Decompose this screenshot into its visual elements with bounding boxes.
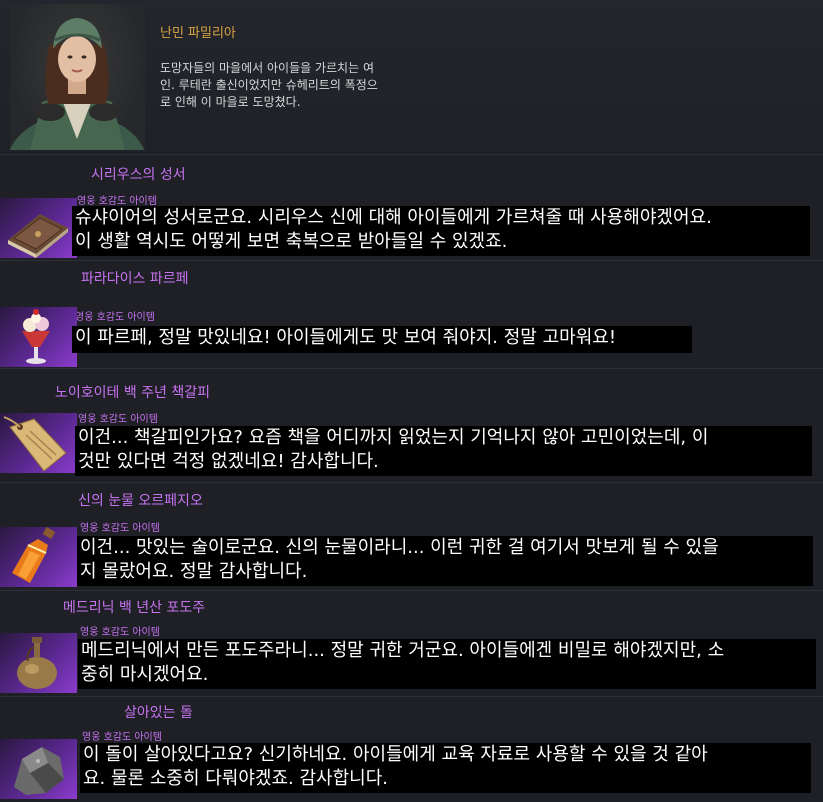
dialogue-line: 이건... 책갈피인가요? 요즘 책을 어디까지 읽었는지 기억나지 않아 고민… bbox=[78, 427, 709, 448]
item-title: 신의 눈물 오르페지오 bbox=[78, 493, 203, 509]
npc-description-line: 인. 루테란 출신이었지만 슈헤리트의 폭정으 bbox=[160, 78, 378, 92]
dialogue-line: 이건... 맛있는 술이로군요. 신의 눈물이라니... 이런 귀한 걸 여기서… bbox=[80, 537, 719, 558]
item-grade-tag: 영웅 호감도 아이템 bbox=[77, 196, 157, 207]
dialogue-line: 메드리닉에서 만든 포도주라니... 정말 귀한 거군요. 아이들에겐 비밀로 … bbox=[81, 640, 725, 661]
book-icon bbox=[0, 198, 77, 258]
dialogue-line: 중히 마시겠어요. bbox=[81, 664, 209, 685]
bookmark-tag-icon bbox=[0, 413, 77, 473]
dialogue-line: 이 돌이 살아있다고요? 신기하네요. 아이들에게 교육 자료로 사용할 수 있… bbox=[83, 744, 708, 765]
gift-item-row: 메드리닉 백 년산 포도주 영웅 호감도 아이템 메드리닉에서 만든 포도주라니… bbox=[0, 590, 823, 697]
gift-item-row: 살아있는 돌 영웅 호감도 아이템 이 돌이 살아있다고요? 신기하네요. 아이… bbox=[0, 696, 823, 802]
npc-reaction-dialogue: 이건... 책갈피인가요? 요즘 책을 어디까지 읽었는지 기억나지 않아 고민… bbox=[75, 426, 812, 476]
npc-reaction-dialogue: 이 돌이 살아있다고요? 신기하네요. 아이들에게 교육 자료로 사용할 수 있… bbox=[80, 743, 811, 793]
npc-header: 난민 파밀리아 도망자들의 마을에서 아이들을 가르치는 여 인. 루테란 출신… bbox=[0, 0, 823, 154]
npc-description: 도망자들의 마을에서 아이들을 가르치는 여 인. 루테란 출신이었지만 슈헤리… bbox=[160, 60, 440, 111]
npc-reaction-dialogue: 슈샤이어의 성서로군요. 시리우스 신에 대해 아이들에게 가르쳐줄 때 사용해… bbox=[72, 206, 810, 256]
npc-reaction-dialogue: 이 파르페, 정말 맛있네요! 아이들에게도 맛 보여 줘야지. 정말 고마워요… bbox=[72, 326, 692, 353]
item-grade-tag: 영웅 호감도 아이템 bbox=[80, 523, 160, 534]
stone-icon bbox=[0, 739, 77, 799]
npc-description-line: 도망자들의 마을에서 아이들을 가르치는 여 bbox=[160, 61, 374, 75]
dialogue-line: 것만 있다면 걱정 없겠네요! 감사합니다. bbox=[78, 451, 379, 472]
npc-portrait bbox=[10, 4, 145, 150]
item-grade-tag: 영웅 호감도 아이템 bbox=[75, 312, 155, 323]
item-title: 살아있는 돌 bbox=[124, 705, 193, 721]
liquor-bottle-icon bbox=[0, 527, 77, 587]
npc-name: 난민 파밀리아 bbox=[160, 26, 236, 41]
item-title: 메드리닉 백 년산 포도주 bbox=[63, 600, 206, 616]
dialogue-line: 슈샤이어의 성서로군요. 시리우스 신에 대해 아이들에게 가르쳐줄 때 사용해… bbox=[75, 207, 712, 228]
item-grade-tag: 영웅 호감도 아이템 bbox=[78, 414, 158, 425]
dialogue-line: 이 파르페, 정말 맛있네요! 아이들에게도 맛 보여 줘야지. 정말 고마워요… bbox=[75, 327, 617, 348]
item-title: 노이호이테 백 주년 책갈피 bbox=[55, 385, 211, 401]
item-title: 파라다이스 파르페 bbox=[81, 271, 189, 287]
gift-item-row: 시리우스의 성서 영웅 호감도 아이템 슈샤이어의 성서로군요. 시리우스 신에… bbox=[0, 154, 823, 261]
wine-flask-icon bbox=[0, 633, 77, 693]
npc-description-line: 로 인해 이 마을로 도망쳤다. bbox=[160, 95, 301, 109]
gift-item-row: 노이호이테 백 주년 책갈피 영웅 호감도 아이템 이건... 책갈피인가요? … bbox=[0, 368, 823, 483]
dialogue-line: 이 생활 역시도 어떻게 보면 축복으로 받아들일 수 있겠죠. bbox=[75, 231, 508, 252]
gift-item-row: 파라다이스 파르페 영웅 호감도 아이템 이 파르페, 정말 맛있네요! 아이들… bbox=[0, 260, 823, 369]
item-grade-tag: 영웅 호감도 아이템 bbox=[80, 627, 160, 638]
parfait-icon bbox=[0, 307, 77, 367]
item-title: 시리우스의 성서 bbox=[91, 167, 186, 183]
npc-reaction-dialogue: 이건... 맛있는 술이로군요. 신의 눈물이라니... 이런 귀한 걸 여기서… bbox=[77, 536, 813, 586]
dialogue-line: 요. 물론 소중히 다뤄야겠죠. 감사합니다. bbox=[83, 768, 389, 789]
item-grade-tag: 영웅 호감도 아이템 bbox=[82, 732, 162, 743]
npc-reaction-dialogue: 메드리닉에서 만든 포도주라니... 정말 귀한 거군요. 아이들에겐 비밀로 … bbox=[78, 639, 816, 689]
gift-item-row: 신의 눈물 오르페지오 영웅 호감도 아이템 이건... 맛있는 술이로군요. … bbox=[0, 482, 823, 591]
dialogue-line: 지 몰랐어요. 정말 감사합니다. bbox=[80, 561, 308, 582]
